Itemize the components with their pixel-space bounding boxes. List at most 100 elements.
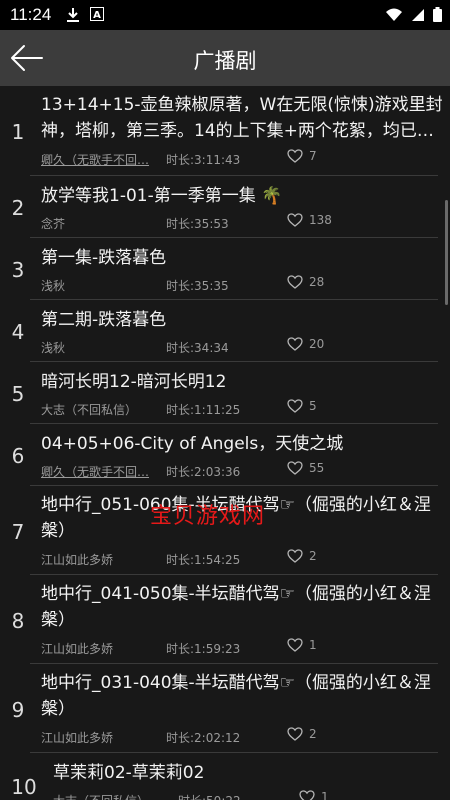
list-item[interactable]: 4 第二期-跌落暮色 浅秋 时长:34:34 20 — [0, 300, 450, 362]
item-title: 13+14+15-壶鱼辣椒原著，W在无限(惊悚)游戏里封神，塔柳，第三季。14的… — [41, 95, 443, 141]
svg-text:A: A — [93, 10, 101, 21]
item-title: 04+05+06-City of Angels，天使之城 — [41, 434, 344, 454]
item-index: 7 — [11, 520, 25, 544]
item-author[interactable]: 江山如此多娇 — [41, 729, 113, 746]
item-title: 第二期-跌落暮色 — [41, 310, 167, 330]
item-title: 第一集-跌落暮色 — [41, 248, 167, 268]
item-meta: 卿久（无歌手不回… 时长:2:03:36 55 — [41, 461, 441, 481]
page-title: 广播剧 — [193, 49, 257, 73]
item-likes[interactable]: 1 — [287, 638, 317, 652]
heart-icon — [287, 337, 303, 351]
item-duration: 时长:35:35 — [166, 279, 229, 293]
heart-icon — [287, 461, 303, 475]
item-title: 暗河长明12-暗河长明12 — [41, 372, 227, 392]
item-index: 3 — [11, 258, 25, 282]
app-a-icon: A — [90, 7, 104, 21]
item-duration: 时长:34:34 — [166, 341, 229, 355]
item-likes-count: 7 — [309, 149, 317, 163]
heart-icon — [287, 275, 303, 289]
item-index: 10 — [11, 775, 37, 799]
app-bar: 广播剧 — [0, 30, 450, 86]
signal-icon — [412, 8, 424, 21]
item-index: 6 — [11, 444, 25, 468]
item-title: 地中行_041-050集-半坛醋代驾☞（倔强的小红＆涅槃） — [41, 584, 431, 630]
heart-icon — [287, 399, 303, 413]
heart-icon — [287, 549, 303, 563]
item-title: 地中行_031-040集-半坛醋代驾☞（倔强的小红＆涅槃） — [41, 673, 431, 719]
item-author[interactable]: 念芥 — [41, 215, 65, 232]
list-item[interactable]: 9 地中行_031-040集-半坛醋代驾☞（倔强的小红＆涅槃） 江山如此多娇 时… — [0, 664, 450, 753]
item-likes[interactable]: 5 — [287, 399, 317, 413]
item-index: 8 — [11, 609, 25, 633]
item-duration: 时长:50:22 — [178, 792, 241, 800]
item-author[interactable]: 大志（不回私信） — [41, 401, 137, 418]
item-likes-count: 55 — [309, 461, 325, 475]
item-duration: 时长:2:02:12 — [166, 731, 241, 745]
item-index: 5 — [11, 382, 25, 406]
item-meta: 江山如此多娇 时长:2:02:12 2 — [41, 727, 441, 747]
item-index: 4 — [11, 320, 25, 344]
list-item[interactable]: 6 04+05+06-City of Angels，天使之城 卿久（无歌手不回…… — [0, 424, 450, 486]
item-likes[interactable]: 1 — [299, 790, 329, 800]
item-title: 放学等我1-01-第一季第一集 🌴 — [41, 186, 283, 206]
battery-icon — [433, 7, 442, 22]
item-likes[interactable]: 20 — [287, 337, 324, 351]
item-author[interactable]: 浅秋 — [41, 339, 65, 356]
item-likes-count: 2 — [309, 549, 317, 563]
item-likes-count: 1 — [321, 790, 329, 800]
item-likes-count: 20 — [309, 337, 325, 351]
item-meta: 卿久（无歌手不回… 时长:3:11:43 7 — [41, 149, 441, 169]
item-duration: 时长:1:11:25 — [166, 403, 241, 417]
item-index: 2 — [11, 196, 25, 220]
item-author[interactable]: 卿久（无歌手不回… — [41, 151, 149, 168]
item-duration: 时长:3:11:43 — [166, 153, 241, 167]
episode-list[interactable]: 1 13+14+15-壶鱼辣椒原著，W在无限(惊悚)游戏里封神，塔柳，第三季。1… — [0, 86, 450, 800]
item-author[interactable]: 浅秋 — [41, 277, 65, 294]
item-author[interactable]: 江山如此多娇 — [41, 551, 113, 568]
list-item[interactable]: 10 草茉莉02-草茉莉02 大志（不回私信） 时长:50:22 1 — [0, 753, 450, 800]
download-icon — [67, 8, 79, 22]
list-item[interactable]: 2 放学等我1-01-第一季第一集 🌴 念芥 时长:35:53 138 — [0, 176, 450, 238]
list-item[interactable]: 5 暗河长明12-暗河长明12 大志（不回私信） 时长:1:11:25 5 — [0, 362, 450, 424]
item-title: 草茉莉02-草茉莉02 — [53, 763, 205, 783]
item-index: 9 — [11, 698, 25, 722]
item-meta: 浅秋 时长:34:34 20 — [41, 337, 441, 357]
item-author[interactable]: 卿久（无歌手不回… — [41, 463, 149, 480]
item-likes[interactable]: 138 — [287, 213, 332, 227]
item-likes[interactable]: 2 — [287, 549, 317, 563]
item-author[interactable]: 江山如此多娇 — [41, 640, 113, 657]
heart-icon — [287, 727, 303, 741]
status-bar: 11:24 A — [0, 0, 450, 30]
item-meta: 念芥 时长:35:53 138 — [41, 213, 441, 233]
item-meta: 大志（不回私信） 时长:1:11:25 5 — [41, 399, 441, 419]
item-duration: 时长:1:59:23 — [166, 642, 241, 656]
item-likes-count: 28 — [309, 275, 325, 289]
list-item[interactable]: 1 13+14+15-壶鱼辣椒原著，W在无限(惊悚)游戏里封神，塔柳，第三季。1… — [0, 86, 450, 176]
list-item[interactable]: 8 地中行_041-050集-半坛醋代驾☞（倔强的小红＆涅槃） 江山如此多娇 时… — [0, 575, 450, 664]
heart-icon — [287, 638, 303, 652]
list-item[interactable]: 3 第一集-跌落暮色 浅秋 时长:35:35 28 — [0, 238, 450, 300]
item-likes[interactable]: 7 — [287, 149, 317, 163]
heart-icon — [299, 790, 315, 800]
wifi-icon — [386, 8, 402, 21]
status-time: 11:24 — [10, 5, 52, 24]
item-likes[interactable]: 55 — [287, 461, 324, 475]
item-author[interactable]: 大志（不回私信） — [53, 792, 149, 800]
item-duration: 时长:1:54:25 — [166, 553, 241, 567]
item-likes-count: 1 — [309, 638, 317, 652]
item-likes[interactable]: 2 — [287, 727, 317, 741]
item-meta: 大志（不回私信） 时长:50:22 1 — [53, 790, 450, 800]
heart-icon — [287, 149, 303, 163]
item-index: 1 — [11, 120, 25, 144]
item-likes[interactable]: 28 — [287, 275, 324, 289]
item-duration: 时长:2:03:36 — [166, 465, 241, 479]
item-meta: 江山如此多娇 时长:1:59:23 1 — [41, 638, 441, 658]
watermark: 宝贝游戏网 — [150, 504, 266, 529]
heart-icon — [287, 213, 303, 227]
item-likes-count: 138 — [309, 213, 332, 227]
item-duration: 时长:35:53 — [166, 217, 229, 231]
item-meta: 江山如此多娇 时长:1:54:25 2 — [41, 549, 441, 569]
item-likes-count: 2 — [309, 727, 317, 741]
scrollbar-thumb[interactable] — [445, 200, 448, 305]
item-meta: 浅秋 时长:35:35 28 — [41, 275, 441, 295]
